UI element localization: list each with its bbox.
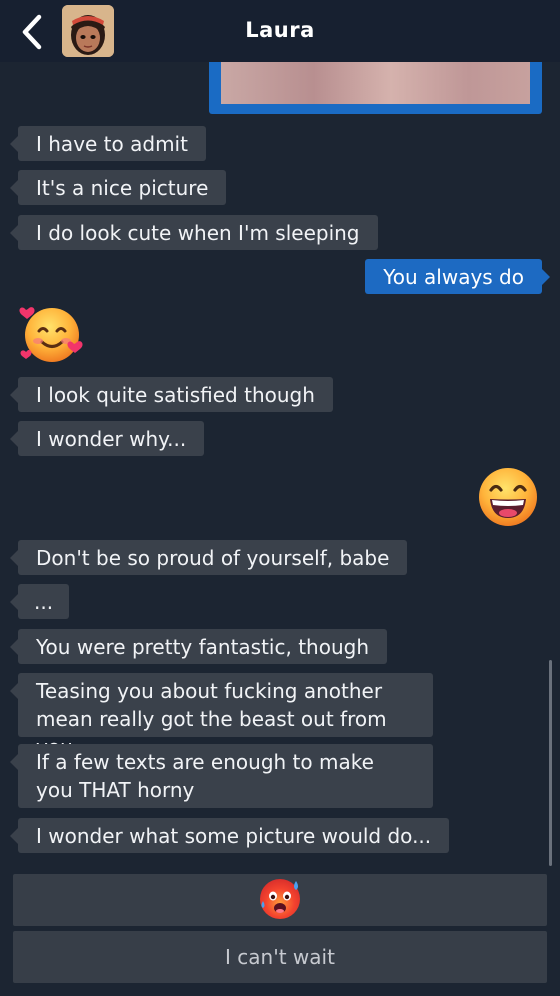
message-incoming: Don't be so proud of yourself, babe [9, 540, 408, 575]
message-outgoing: You always do [365, 259, 550, 294]
chat-header: Laura [0, 0, 560, 62]
message-incoming: I do look cute when I'm sleeping [10, 215, 378, 250]
message-incoming: I look quite satisfied though [10, 377, 333, 412]
message-incoming: It's a nice picture [9, 170, 227, 205]
message-list[interactable]: I have to admit It's a nice picture I do… [0, 62, 560, 868]
shared-photo[interactable] [209, 62, 542, 114]
contact-name: Laura [245, 18, 315, 42]
smiling-face-with-hearts-icon [18, 302, 84, 370]
message-incoming: If a few texts are enough to make you TH… [10, 744, 433, 808]
reply-option-label: I can't wait [225, 945, 335, 969]
message-incoming: I have to admit [10, 126, 206, 161]
scrollbar[interactable] [549, 660, 552, 866]
hot-face-icon [256, 875, 304, 925]
message-incoming: ... [9, 584, 70, 619]
reply-option-emoji[interactable] [13, 874, 547, 926]
reply-option-text[interactable]: I can't wait [13, 931, 547, 983]
message-incoming: I wonder what some picture would do... [9, 818, 450, 853]
message-incoming: Teasing you about fucking another mean r… [10, 673, 433, 759]
message-incoming: You were pretty fantastic, though [10, 629, 387, 664]
grinning-face-icon [477, 466, 539, 532]
message-incoming: I wonder why... [9, 421, 205, 456]
